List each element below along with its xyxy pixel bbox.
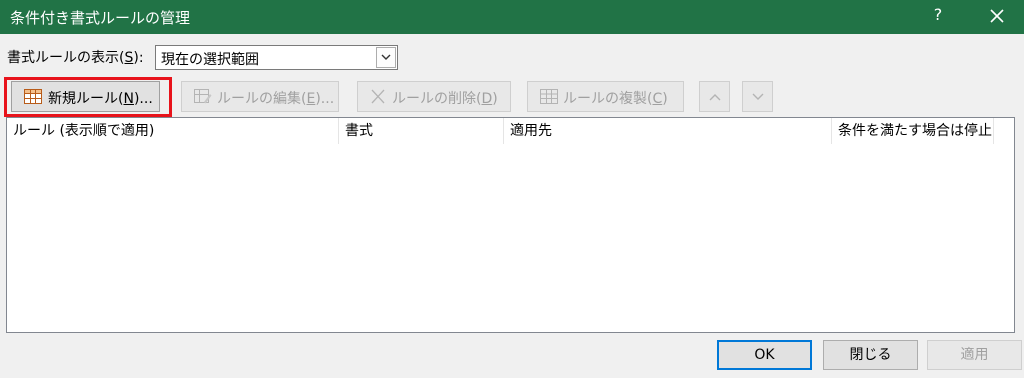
column-header-applies-to[interactable]: 適用先 bbox=[504, 118, 832, 144]
move-up-button[interactable] bbox=[699, 81, 730, 112]
dropdown-button[interactable] bbox=[376, 47, 396, 68]
duplicate-rule-label: ルールの複製(C) bbox=[563, 91, 668, 107]
chevron-up-icon bbox=[709, 94, 720, 101]
show-rules-value: 現在の選択範囲 bbox=[161, 52, 259, 68]
close-button[interactable] bbox=[982, 3, 1012, 31]
close-icon bbox=[990, 9, 1004, 23]
column-header-format[interactable]: 書式 bbox=[339, 118, 504, 144]
ok-button[interactable]: OK bbox=[717, 340, 812, 370]
show-rules-label: 書式ルールの表示(S): bbox=[7, 50, 144, 66]
chevron-down-icon bbox=[381, 54, 391, 60]
close-dialog-button[interactable]: 閉じる bbox=[823, 340, 918, 370]
edit-rule-label: ルールの編集(E)... bbox=[217, 91, 335, 107]
rules-list[interactable]: ルール (表示順で適用) 書式 適用先 条件を満たす場合は停止 bbox=[6, 117, 1015, 333]
delete-rule-button[interactable]: ルールの削除(D) bbox=[357, 81, 511, 112]
column-header-rule[interactable]: ルール (表示順で適用) bbox=[7, 118, 339, 144]
help-button[interactable]: ? bbox=[926, 5, 950, 24]
highlight-frame bbox=[4, 77, 172, 117]
edit-grid-icon bbox=[194, 89, 212, 104]
delete-x-icon bbox=[371, 89, 385, 104]
column-header-stop-if-true[interactable]: 条件を満たす場合は停止 bbox=[832, 118, 994, 144]
duplicate-grid-icon bbox=[540, 89, 558, 104]
delete-rule-label: ルールの削除(D) bbox=[392, 91, 498, 107]
dialog-title: 条件付き書式ルールの管理 bbox=[10, 9, 191, 27]
apply-button[interactable]: 適用 bbox=[927, 340, 1022, 370]
edit-rule-button[interactable]: ルールの編集(E)... bbox=[181, 81, 339, 112]
show-rules-select[interactable]: 現在の選択範囲 bbox=[155, 45, 398, 70]
duplicate-rule-button[interactable]: ルールの複製(C) bbox=[527, 81, 684, 112]
title-bar: 条件付き書式ルールの管理 ? bbox=[0, 0, 1024, 34]
chevron-down-icon bbox=[752, 93, 763, 100]
move-down-button[interactable] bbox=[742, 81, 773, 112]
